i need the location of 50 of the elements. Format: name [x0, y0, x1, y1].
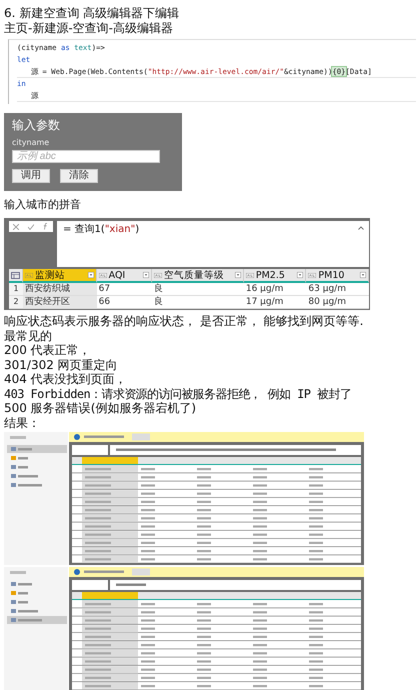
table-cell: 16 μg/m — [244, 283, 306, 296]
dialog-button[interactable]: 调用 — [12, 169, 50, 183]
text-line: 结果： — [4, 416, 41, 430]
column-header[interactable]: 空气质量等级 — [152, 269, 244, 283]
dropdown-icon[interactable] — [234, 272, 241, 278]
collapse-icon[interactable] — [358, 226, 364, 230]
column-header[interactable]: AQI — [96, 269, 152, 283]
dialog-title: 输入参数 — [12, 118, 61, 133]
input-field[interactable]: 示例 abc — [12, 150, 160, 163]
row-number: 2 — [9, 296, 23, 309]
dropdown-icon[interactable] — [88, 272, 94, 278]
text-line: 500 服务器错误(例如服务器宕机了) — [4, 401, 198, 416]
text-line: 301/302 网页重定向 — [4, 358, 119, 372]
dropdown-icon[interactable] — [142, 272, 149, 278]
table-cell: 西安纺织城 — [23, 283, 97, 296]
column-header[interactable]: PM2.5 — [244, 269, 306, 283]
text-type-icon — [308, 272, 316, 278]
row-number: 1 — [9, 283, 23, 296]
text-type-icon — [246, 272, 254, 278]
dialog-button[interactable]: 清除 — [60, 169, 98, 183]
table-cell: 良 — [152, 296, 244, 309]
text-type-icon — [25, 272, 33, 278]
formula-buttons[interactable] — [9, 221, 53, 232]
table-cell: 80 μg/m — [306, 296, 369, 309]
table-cell: 西安经开区 — [23, 296, 97, 309]
text-line: 最常见的 — [4, 328, 53, 343]
text-type-icon — [98, 272, 107, 278]
column-header[interactable]: 监测站 — [23, 269, 97, 283]
table-icon[interactable] — [11, 272, 20, 278]
table-cell: 66 — [96, 296, 152, 309]
text-line: 200 代表正常， — [4, 343, 92, 358]
section-heading: 6. 新建空查询 高级编辑器下编辑 — [4, 6, 180, 21]
text-line: 403 Forbidden：请求资源的访问被服务器拒绝， 例如 IP 被封了 — [4, 386, 352, 401]
table-cell: 63 μg/m — [306, 283, 369, 296]
table-cell: 良 — [152, 283, 244, 296]
check-icon[interactable] — [28, 224, 34, 230]
cancel-icon[interactable] — [13, 224, 20, 230]
field-label: cityname — [12, 138, 50, 147]
table-cell: 17 μg/m — [244, 296, 306, 309]
menu-path: 主页-新建源-空查询-高级编辑器 — [4, 21, 174, 36]
text-line: 响应状态码表示服务器的响应状态， 是否正常， 能够找到网页等等. — [4, 314, 364, 328]
text-line: 404 代表没找到页面， — [4, 372, 128, 386]
text-type-icon — [154, 272, 162, 278]
caption: 输入城市的拼音 — [4, 198, 82, 212]
column-header[interactable]: PM10 — [306, 269, 369, 283]
function-icon[interactable] — [42, 223, 49, 230]
formula-field[interactable]: = 查询1("xian") — [57, 221, 369, 267]
table-cell: 67 — [96, 283, 152, 296]
dropdown-icon[interactable] — [297, 272, 304, 278]
dropdown-icon[interactable] — [360, 272, 366, 278]
